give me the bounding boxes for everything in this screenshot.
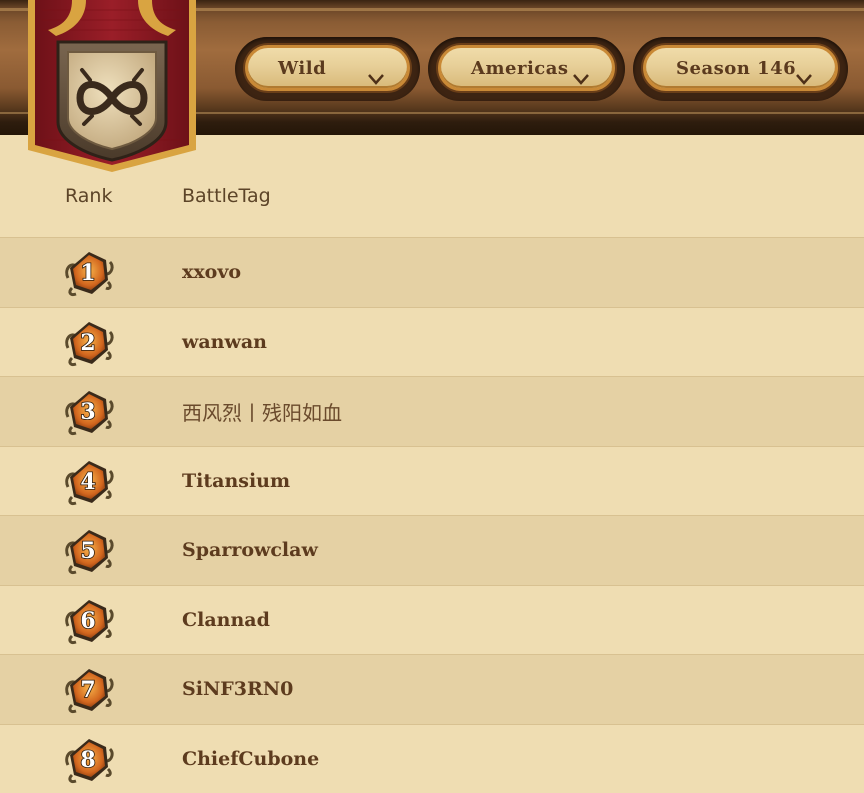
battletag-cell[interactable]: Titansium xyxy=(182,447,290,516)
rank-badge-icon: 2 xyxy=(62,318,116,368)
rank-number: 3 xyxy=(80,399,95,425)
table-row[interactable]: 2 wanwan xyxy=(0,307,864,377)
rank-badge-icon: 4 xyxy=(62,457,116,507)
region-dropdown[interactable]: Americas xyxy=(428,37,625,101)
rank-badge-icon: 1 xyxy=(62,248,116,298)
mode-dropdown-pill[interactable]: Wild xyxy=(245,45,410,91)
mode-dropdown-label: Wild xyxy=(278,48,326,88)
mode-dropdown[interactable]: Wild xyxy=(235,37,420,101)
leaderboard-table: 1 xxovo 2 wanwan 3 西风烈丨残阳如血 4 Titansium 5 Sparrow… xyxy=(0,237,864,793)
rank-badge-icon: 6 xyxy=(62,596,116,646)
battletag-cell[interactable]: 西风烈丨残阳如血 xyxy=(182,377,342,446)
rank-badge-icon: 5 xyxy=(62,526,116,576)
battletag-cell[interactable]: Clannad xyxy=(182,586,270,655)
rank-number: 4 xyxy=(80,469,95,495)
chevron-down-icon xyxy=(367,70,385,88)
battletag-cell[interactable]: wanwan xyxy=(182,308,267,377)
battletag-cell[interactable]: xxovo xyxy=(182,238,241,307)
region-dropdown-label: Americas xyxy=(471,48,569,88)
rank-badge-icon: 7 xyxy=(62,665,116,715)
battletag-column-header: BattleTag xyxy=(182,185,271,207)
season-dropdown[interactable]: Season 146 xyxy=(633,37,848,101)
rank-number: 1 xyxy=(80,260,95,286)
rank-number: 8 xyxy=(80,747,95,773)
table-row[interactable]: 1 xxovo xyxy=(0,237,864,307)
battletag-cell[interactable]: SiNF3RN0 xyxy=(182,655,293,724)
rank-number: 5 xyxy=(80,538,95,564)
table-row[interactable]: 7 SiNF3RN0 xyxy=(0,654,864,724)
chevron-down-icon xyxy=(795,70,813,88)
table-row[interactable]: 5 Sparrowclaw xyxy=(0,515,864,585)
rank-badge-icon: 3 xyxy=(62,387,116,437)
mode-banner xyxy=(22,0,202,172)
rank-number: 7 xyxy=(80,677,95,703)
table-row[interactable]: 4 Titansium xyxy=(0,446,864,516)
region-dropdown-pill[interactable]: Americas xyxy=(438,45,615,91)
rank-number: 2 xyxy=(80,330,95,356)
season-dropdown-pill[interactable]: Season 146 xyxy=(643,45,838,91)
battletag-cell[interactable]: Sparrowclaw xyxy=(182,516,318,585)
table-row[interactable]: 3 西风烈丨残阳如血 xyxy=(0,376,864,446)
chevron-down-icon xyxy=(572,70,590,88)
table-row[interactable]: 6 Clannad xyxy=(0,585,864,655)
season-dropdown-label: Season 146 xyxy=(676,48,796,88)
rank-badge-icon: 8 xyxy=(62,735,116,785)
rank-number: 6 xyxy=(80,608,95,634)
rank-column-header: Rank xyxy=(65,185,112,207)
